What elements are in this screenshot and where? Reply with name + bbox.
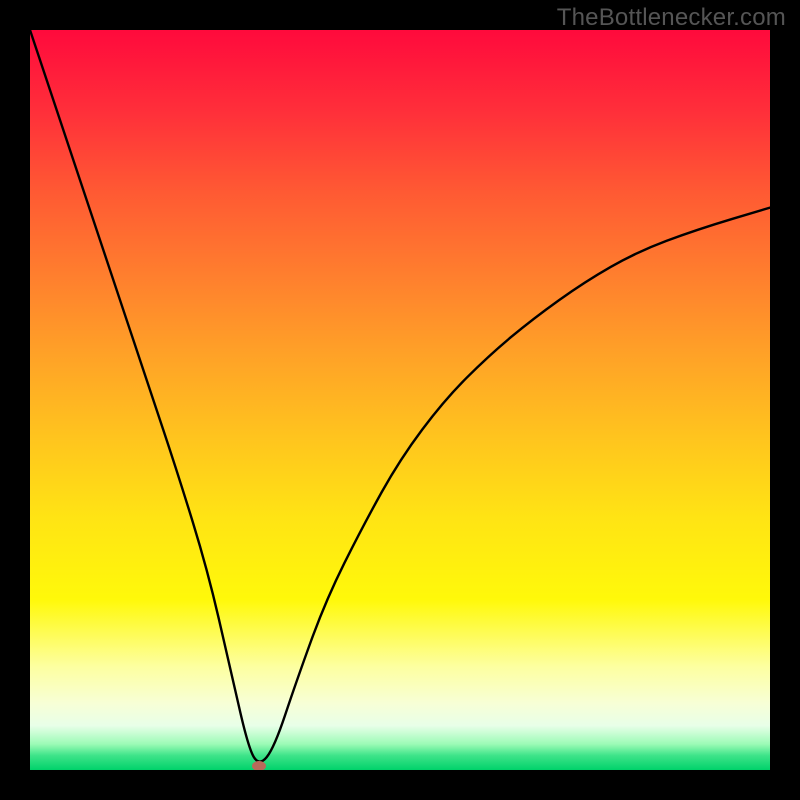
attribution-text: TheBottlenecker.com xyxy=(557,4,786,32)
plot-area xyxy=(30,30,770,770)
minimum-marker xyxy=(252,761,266,770)
curve-path xyxy=(30,30,770,762)
bottleneck-curve xyxy=(30,30,770,770)
chart-frame: TheBottlenecker.com xyxy=(0,0,800,800)
